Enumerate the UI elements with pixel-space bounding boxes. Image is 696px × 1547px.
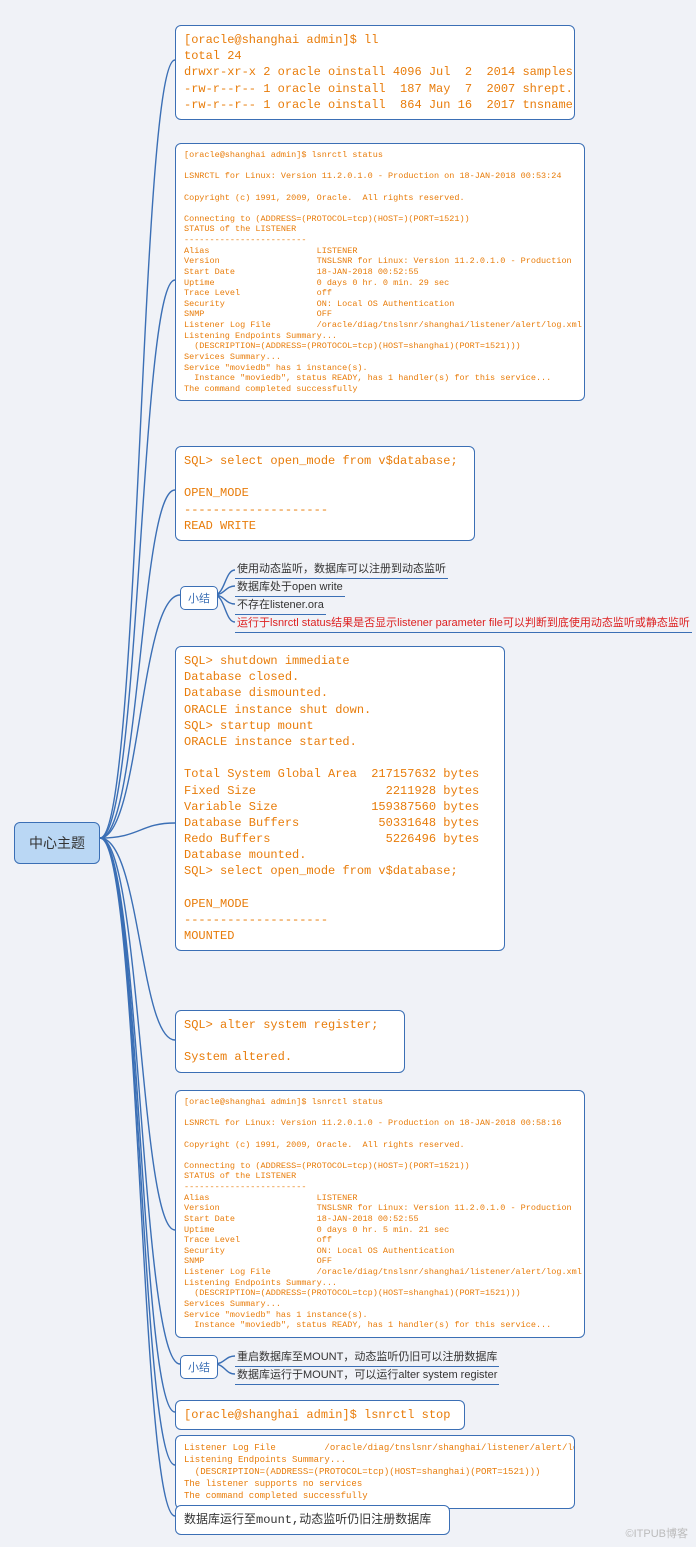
root-node[interactable]: 中心主题 [14,822,100,864]
code-block-lsnrctl-status-2[interactable]: [oracle@shanghai admin]$ lsnrctl status … [175,1090,585,1338]
watermark: ©ITPUB博客 [626,1525,689,1541]
code-block-shutdown-startup[interactable]: SQL> shutdown immediate Database closed.… [175,646,505,951]
summary-1-item-2[interactable]: 不存在listener.ora [235,596,326,615]
code-block-ll[interactable]: [oracle@shanghai admin]$ ll total 24 drw… [175,25,575,120]
code-block-alter-register[interactable]: SQL> alter system register; System alter… [175,1010,405,1073]
summary-1-label: 小结 [188,593,210,605]
code-block-listener-log[interactable]: Listener Log File /oracle/diag/tnslsnr/s… [175,1435,575,1509]
summary-1-item-0[interactable]: 使用动态监听，数据库可以注册到动态监听 [235,560,448,579]
summary-1-item-1[interactable]: 数据库处于open write [235,578,345,597]
summary-2-item-1[interactable]: 数据库运行于MOUNT，可以运行alter system register [235,1366,499,1385]
summary-2-item-0[interactable]: 重启数据库至MOUNT，动态监听仍旧可以注册数据库 [235,1348,499,1367]
summary-2-box[interactable]: 小结 [180,1355,218,1379]
summary-1-item-3[interactable]: 运行于lsnrctl status结果是否显示listener paramete… [235,614,692,633]
code-block-lsnrctl-status-1[interactable]: [oracle@shanghai admin]$ lsnrctl status … [175,143,585,401]
root-label: 中心主题 [29,835,85,851]
summary-2-label: 小结 [188,1362,210,1374]
summary-1-box[interactable]: 小结 [180,586,218,610]
code-block-lsnrctl-stop[interactable]: [oracle@shanghai admin]$ lsnrctl stop [175,1400,465,1430]
code-block-openmode[interactable]: SQL> select open_mode from v$database; O… [175,446,475,541]
text-block-mount[interactable]: 数据库运行至mount,动态监听仍旧注册数据库 [175,1505,450,1535]
